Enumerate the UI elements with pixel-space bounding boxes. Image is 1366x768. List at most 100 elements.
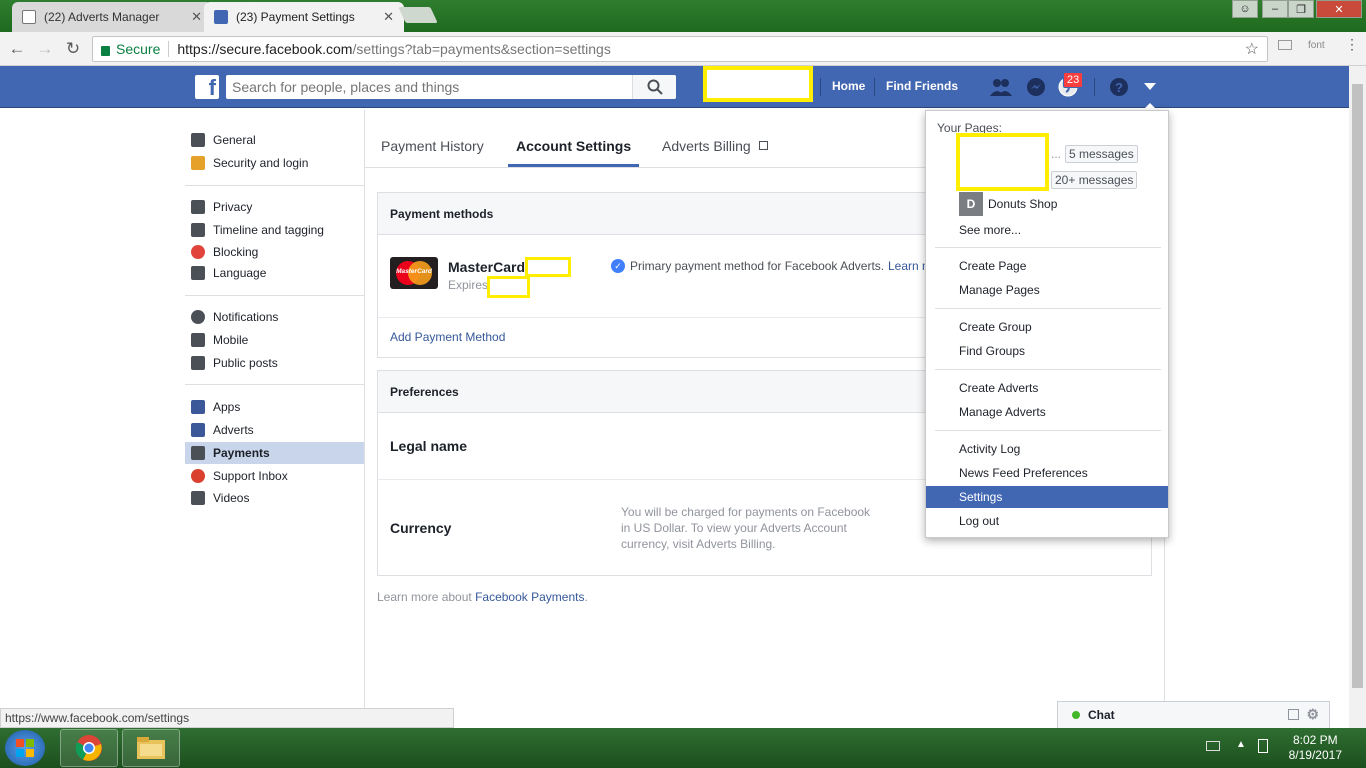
currency-note: You will be charged for payments on Face… xyxy=(621,504,870,552)
file-explorer-taskbar-button[interactable] xyxy=(122,729,180,767)
add-payment-method-link[interactable]: Add Payment Method xyxy=(390,330,505,344)
chrome-taskbar-button[interactable] xyxy=(60,729,118,767)
sidebar-item-videos[interactable]: Videos xyxy=(185,487,364,509)
sidebar-item-mobile[interactable]: Mobile xyxy=(185,329,364,351)
page-scrollbar[interactable] xyxy=(1349,66,1366,728)
forward-arrow-icon[interactable]: → xyxy=(34,38,56,60)
sidebar-item-apps[interactable]: Apps xyxy=(185,396,364,418)
keyboard-extension-icon[interactable] xyxy=(1278,40,1292,50)
sidebar-item-general[interactable]: General xyxy=(185,129,364,151)
see-more-link[interactable]: See more... xyxy=(959,223,1021,237)
windows-start-button[interactable] xyxy=(5,730,45,766)
divider xyxy=(935,369,1161,370)
sidebar-item-public-posts[interactable]: Public posts xyxy=(185,352,364,374)
mastercard-logo-icon: MasterCard xyxy=(390,257,438,289)
menu-item-find-groups[interactable]: Find Groups xyxy=(926,340,1168,362)
address-bar[interactable]: Secure https://secure.facebook.com/setti… xyxy=(92,36,1268,62)
currency-label[interactable]: Currency xyxy=(390,520,451,536)
gear-icon[interactable]: ⚙ xyxy=(1306,706,1319,723)
facebook-logo-icon[interactable]: f xyxy=(195,75,219,99)
divider xyxy=(185,185,364,186)
menu-item-activity-log[interactable]: Activity Log xyxy=(926,438,1168,460)
menu-item-settings[interactable]: Settings xyxy=(926,486,1168,508)
window-close-button[interactable]: ✕ xyxy=(1316,0,1362,18)
sidebar-item-support-inbox[interactable]: Support Inbox xyxy=(185,465,364,487)
close-icon[interactable]: ✕ xyxy=(191,9,202,25)
back-arrow-icon[interactable]: ← xyxy=(6,38,28,60)
sidebar-item-timeline-and-tagging[interactable]: Timeline and tagging xyxy=(185,219,364,241)
help-icon[interactable]: ? xyxy=(1108,76,1130,98)
windows-taskbar: ▲ 8:02 PM 8/19/2017 xyxy=(0,728,1366,768)
minimize-button[interactable]: – xyxy=(1262,0,1288,18)
sidebar-item-label: Mobile xyxy=(213,333,249,347)
tab-account-settings[interactable]: Account Settings xyxy=(516,138,631,154)
menu-icon[interactable]: ⋮ xyxy=(1345,36,1359,53)
search-input[interactable] xyxy=(226,75,632,99)
page-messages-badge[interactable]: 20+ messages xyxy=(1051,171,1138,189)
messenger-icon[interactable] xyxy=(1025,76,1047,98)
menu-item-manage-adverts[interactable]: Manage Adverts xyxy=(926,401,1168,423)
legal-name-label[interactable]: Legal name xyxy=(390,438,467,454)
power-icon[interactable] xyxy=(1258,739,1268,753)
sidebar-item-payments[interactable]: Payments xyxy=(185,442,364,464)
tab-payment-history[interactable]: Payment History xyxy=(381,138,484,154)
account-menu-chevron-down-icon[interactable] xyxy=(1139,76,1161,98)
currency-note-line: in US Dollar. To view your Adverts Accou… xyxy=(621,521,847,535)
new-tab-button[interactable] xyxy=(398,7,438,23)
divider xyxy=(1094,78,1095,96)
sidebar-item-label: Privacy xyxy=(213,200,253,214)
search-button[interactable] xyxy=(632,75,676,99)
page-messages-badge[interactable]: 5 messages xyxy=(1065,145,1138,163)
status-url: https://www.facebook.com/settings xyxy=(0,708,454,728)
adverts-icon xyxy=(191,423,205,437)
home-link[interactable]: Home xyxy=(832,79,865,93)
mastercard-logo-text: MasterCard xyxy=(396,268,432,275)
secure-label: Secure xyxy=(116,41,161,57)
page-donuts-shop[interactable]: Donuts Shop xyxy=(988,197,1057,211)
scrollbar-thumb[interactable] xyxy=(1352,84,1363,688)
sidebar-item-language[interactable]: Language xyxy=(185,262,364,284)
menu-item-create-adverts[interactable]: Create Adverts xyxy=(926,377,1168,399)
menu-item-log-out[interactable]: Log out xyxy=(926,510,1168,532)
menu-item-news-feed-preferences[interactable]: News Feed Preferences xyxy=(926,462,1168,484)
show-hidden-icons-icon[interactable]: ▲ xyxy=(1236,739,1246,750)
page-avatar: D xyxy=(959,192,983,216)
sidebar-item-adverts[interactable]: Adverts xyxy=(185,419,364,441)
online-status-icon xyxy=(1072,711,1080,719)
compose-icon[interactable] xyxy=(1288,709,1299,720)
facebook-payments-link[interactable]: Facebook Payments xyxy=(475,590,584,604)
sidebar-item-notifications[interactable]: Notifications xyxy=(185,306,364,328)
chat-bar[interactable]: Chat ⚙ xyxy=(1057,701,1330,729)
divider xyxy=(364,110,365,710)
sidebar-item-privacy[interactable]: Privacy xyxy=(185,196,364,218)
sidebar-item-blocking[interactable]: Blocking xyxy=(185,241,364,263)
menu-item-manage-pages[interactable]: Manage Pages xyxy=(926,279,1168,301)
bookmark-star-icon[interactable]: ☆ xyxy=(1245,39,1259,59)
redacted-page-entry[interactable] xyxy=(956,133,1049,191)
tab-payment-settings[interactable]: (23) Payment Settings ✕ xyxy=(204,2,404,32)
tab-adverts-billing[interactable]: Adverts Billing xyxy=(662,138,768,154)
divider xyxy=(874,78,875,96)
menu-item-create-page[interactable]: Create Page xyxy=(926,255,1168,277)
currency-note-line: You will be charged for payments on Face… xyxy=(621,505,871,519)
check-circle-icon: ✓ xyxy=(611,259,625,273)
maximize-button[interactable]: ❐ xyxy=(1288,0,1314,18)
keyboard-icon[interactable] xyxy=(1206,741,1220,751)
friend-requests-icon[interactable] xyxy=(990,76,1012,98)
support-icon xyxy=(191,469,205,483)
search-box[interactable] xyxy=(226,75,676,99)
menu-item-create-group[interactable]: Create Group xyxy=(926,316,1168,338)
reload-icon[interactable]: ↻ xyxy=(62,38,84,60)
adverts-favicon-icon xyxy=(22,10,36,24)
dropdown-caret xyxy=(1143,103,1157,110)
close-icon[interactable]: ✕ xyxy=(383,9,394,25)
tab-adverts-manager[interactable]: (22) Adverts Manager ✕ xyxy=(12,2,212,32)
system-clock[interactable]: 8:02 PM 8/19/2017 xyxy=(1289,733,1342,763)
redacted-profile-name[interactable] xyxy=(703,66,813,102)
find-friends-link[interactable]: Find Friends xyxy=(886,79,958,93)
font-extension-icon[interactable]: font xyxy=(1308,40,1325,51)
sidebar-item-label: Adverts xyxy=(213,423,254,437)
user-profile-icon[interactable]: ☺ xyxy=(1232,0,1258,18)
sidebar-item-security-and-login[interactable]: Security and login xyxy=(185,152,364,174)
search-icon xyxy=(647,79,663,95)
